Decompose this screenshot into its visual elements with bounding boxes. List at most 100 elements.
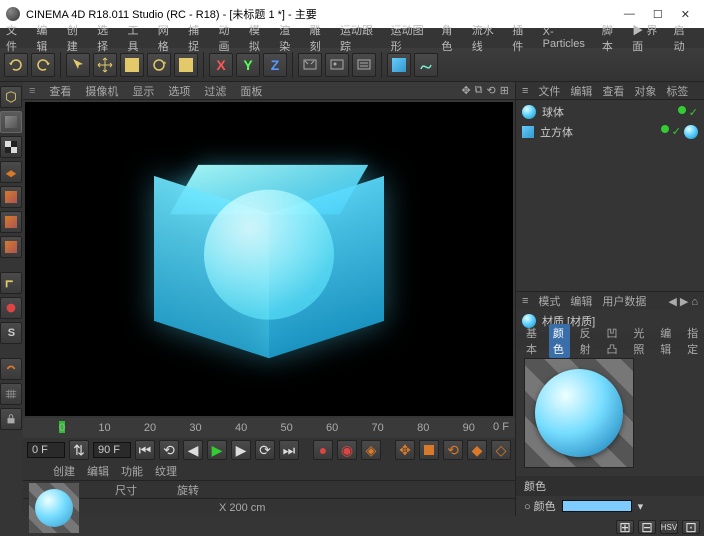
redo-button[interactable] [31, 53, 55, 77]
material-preview[interactable] [524, 358, 634, 468]
menu-mesh[interactable]: 网格 [158, 22, 178, 54]
menu-snap[interactable]: 捕捉 [188, 22, 208, 54]
render-picture-button[interactable] [325, 53, 349, 77]
keyframe-sel-button[interactable]: ◈ [361, 440, 381, 460]
goto-end-button[interactable]: ⏭ [279, 440, 299, 460]
bt-function[interactable]: 功能 [121, 463, 143, 479]
prev-key-button[interactable]: ⟲ [159, 440, 179, 460]
axis-tool[interactable] [0, 272, 22, 294]
menu-plugins[interactable]: 插件 [512, 22, 532, 54]
mattab-reflect[interactable]: 反射 [576, 324, 597, 358]
make-editable-tool[interactable] [0, 86, 22, 108]
mattab-basic[interactable]: 基本 [522, 324, 543, 358]
lock-tool[interactable] [0, 408, 22, 430]
footer-btn-1[interactable]: ⊞ [616, 520, 634, 534]
recent-tool[interactable] [174, 53, 198, 77]
attr-nav-icon[interactable]: ◀ ▶ ⌂ [668, 295, 698, 308]
menu-simulate[interactable]: 模拟 [249, 22, 269, 54]
object-row[interactable]: 球体 ✓ [522, 104, 698, 120]
mattab-color[interactable]: 颜色 [549, 324, 570, 358]
viewport[interactable] [25, 102, 513, 416]
prev-frame-button[interactable]: ◀ [183, 440, 203, 460]
vis-toggle[interactable]: ✓ [672, 125, 681, 139]
vp-view[interactable]: 查看 [49, 83, 71, 99]
layout-label[interactable]: ▶ 界面 [632, 22, 665, 54]
vp-filter[interactable]: 过滤 [204, 83, 226, 99]
bt-create[interactable]: 创建 [53, 463, 75, 479]
vp-nav-icon[interactable]: ✥ [461, 84, 470, 97]
maximize-button[interactable]: ☐ [653, 8, 663, 21]
obj-tab-object[interactable]: 对象 [634, 83, 656, 99]
object-name[interactable]: 球体 [542, 104, 564, 120]
optimize-tool[interactable] [0, 358, 22, 380]
menu-file[interactable]: 文件 [6, 22, 26, 54]
texture-mode[interactable] [0, 136, 22, 158]
color-swatch[interactable] [562, 500, 632, 512]
next-frame-button[interactable]: ▶ [231, 440, 251, 460]
bt-texture[interactable]: 纹理 [155, 463, 177, 479]
minimize-button[interactable]: — [624, 8, 635, 21]
menu-select[interactable]: 选择 [97, 22, 117, 54]
vp-rotate-icon[interactable]: ⟲ [487, 84, 496, 97]
key-pla-button[interactable]: ◇ [491, 440, 511, 460]
object-name[interactable]: 立方体 [540, 124, 573, 140]
mattab-editor[interactable]: 编辑 [656, 324, 677, 358]
key-rotate-button[interactable]: ⟲ [443, 440, 463, 460]
x-axis-toggle[interactable]: X [209, 53, 233, 77]
attr-dropdown-icon[interactable]: ≡ [522, 295, 528, 307]
undo-button[interactable] [4, 53, 28, 77]
attr-tab-mode[interactable]: 模式 [538, 293, 560, 309]
vp-options[interactable]: 选项 [168, 83, 190, 99]
menu-xparticles[interactable]: X-Particles [543, 26, 592, 50]
mattab-bump[interactable]: 凹凸 [603, 324, 624, 358]
render-settings-button[interactable] [352, 53, 376, 77]
key-param-button[interactable]: ◆ [467, 440, 487, 460]
footer-btn-4[interactable]: ⊡ [682, 520, 700, 534]
vp-camera[interactable]: 摄像机 [85, 83, 118, 99]
rotate-tool[interactable] [147, 53, 171, 77]
attr-tab-userdata[interactable]: 用户数据 [602, 293, 646, 309]
menu-mograph[interactable]: 运动图形 [391, 22, 432, 54]
menu-tools[interactable]: 工具 [127, 22, 147, 54]
vp-zoom-icon[interactable]: ⧉ [475, 84, 483, 97]
color-picker-icon[interactable]: ▾ [638, 500, 644, 513]
polygon-mode[interactable] [0, 236, 22, 258]
layout-value[interactable]: 启动 [674, 22, 694, 54]
grid-tool[interactable] [0, 383, 22, 405]
menu-render[interactable]: 渲染 [279, 22, 299, 54]
menu-script[interactable]: 脚本 [602, 22, 622, 54]
next-key-button[interactable]: ⟳ [255, 440, 275, 460]
point-mode[interactable] [0, 186, 22, 208]
vp-panel[interactable]: 面板 [240, 83, 262, 99]
obj-tab-view[interactable]: 查看 [602, 83, 624, 99]
menu-animate[interactable]: 动画 [219, 22, 239, 54]
menu-create[interactable]: 创建 [67, 22, 87, 54]
timeline-ruler[interactable]: 0 10 20 30 40 50 60 70 80 90 0 F [23, 418, 515, 438]
frame-to-field[interactable]: 90 F [93, 442, 131, 458]
autokey-button[interactable]: ◉ [337, 440, 357, 460]
goto-start-button[interactable]: ⏮ [135, 440, 155, 460]
footer-btn-2[interactable]: ⊟ [638, 520, 656, 534]
key-move-button[interactable]: ✥ [395, 440, 415, 460]
record-button[interactable]: ● [313, 440, 333, 460]
vis-toggle[interactable]: ✓ [689, 106, 698, 119]
workplane-mode[interactable] [0, 161, 22, 183]
render-view-button[interactable] [298, 53, 322, 77]
vp-display[interactable]: 显示 [132, 83, 154, 99]
material-tag-icon[interactable] [684, 125, 698, 139]
add-primitive-button[interactable] [387, 53, 411, 77]
z-axis-toggle[interactable]: Z [263, 53, 287, 77]
obj-tab-tags[interactable]: 标签 [666, 83, 688, 99]
move-tool[interactable] [93, 53, 117, 77]
menu-sculpt[interactable]: 雕刻 [310, 22, 330, 54]
live-select-tool[interactable] [66, 53, 90, 77]
key-scale-button[interactable] [419, 440, 439, 460]
viewport-solo-tool[interactable] [0, 297, 22, 319]
obj-tab-file[interactable]: 文件 [538, 83, 560, 99]
model-mode[interactable] [0, 111, 22, 133]
y-axis-toggle[interactable]: Y [236, 53, 260, 77]
object-manager[interactable]: 球体 ✓ 立方体 ✓ [516, 100, 704, 144]
attr-tab-edit[interactable]: 编辑 [570, 293, 592, 309]
obj-dropdown-icon[interactable]: ≡ [522, 85, 528, 97]
menu-edit[interactable]: 编辑 [36, 22, 56, 54]
